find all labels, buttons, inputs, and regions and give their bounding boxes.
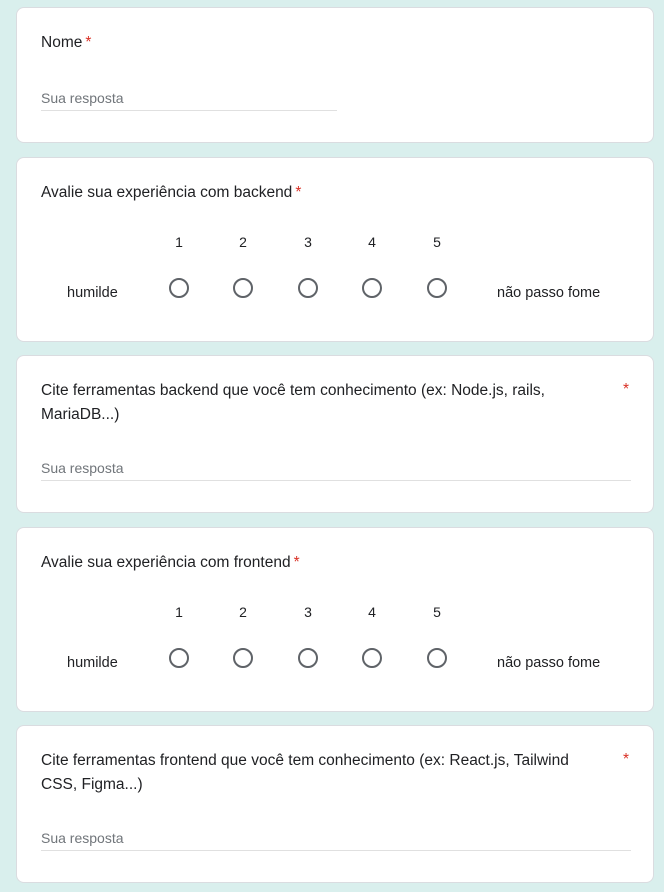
scale-high-label: não passo fome bbox=[497, 285, 601, 301]
radio-option-2[interactable] bbox=[233, 648, 253, 668]
radio-option-5[interactable] bbox=[427, 278, 447, 298]
scale-number-3: 3 bbox=[304, 234, 312, 250]
scale-number-5: 5 bbox=[433, 234, 441, 250]
scale-high-label: não passo fome bbox=[497, 655, 601, 671]
radio-option-3[interactable] bbox=[298, 278, 318, 298]
required-asterisk: * bbox=[622, 381, 629, 398]
question-title-backend-scale: Avalie sua experiência com backend * bbox=[41, 181, 301, 205]
radio-option-3[interactable] bbox=[298, 648, 318, 668]
question-title-line-2: CSS, Figma...) bbox=[41, 776, 143, 793]
question-title-line-2: MariaDB...) bbox=[41, 406, 120, 423]
scale-number-3: 3 bbox=[304, 604, 312, 620]
scale-number-1: 1 bbox=[175, 234, 183, 250]
radio-option-2[interactable] bbox=[233, 278, 253, 298]
question-title-backend-tools: Cite ferramentas backend que você tem co… bbox=[41, 379, 611, 427]
scale-number-4: 4 bbox=[368, 234, 376, 250]
nome-input[interactable] bbox=[41, 85, 337, 111]
question-title-frontend-tools: Cite ferramentas frontend que você tem c… bbox=[41, 749, 616, 797]
question-title-line-1: Cite ferramentas frontend que você tem c… bbox=[41, 752, 569, 769]
scale-low-label: humilde bbox=[67, 285, 118, 301]
question-title-line-1: Cite ferramentas backend que você tem co… bbox=[41, 382, 545, 399]
frontend-tools-input[interactable] bbox=[41, 825, 631, 851]
scale-number-4: 4 bbox=[368, 604, 376, 620]
scale-number-1: 1 bbox=[175, 604, 183, 620]
question-card-backend-scale: Avalie sua experiência com backend * 1 2 … bbox=[16, 157, 654, 342]
question-title-text: Avalie sua experiência com frontend bbox=[41, 554, 291, 571]
question-title-nome: Nome * bbox=[41, 31, 91, 55]
question-title-text: Nome bbox=[41, 34, 83, 51]
question-card-frontend-tools: Cite ferramentas frontend que você tem c… bbox=[16, 725, 654, 883]
scale-number-2: 2 bbox=[239, 234, 247, 250]
scale-number-5: 5 bbox=[433, 604, 441, 620]
question-card-nome: Nome * bbox=[16, 7, 654, 143]
question-card-frontend-scale: Avalie sua experiência com frontend * 1 2… bbox=[16, 527, 654, 712]
question-title-frontend-scale: Avalie sua experiência com frontend * bbox=[41, 551, 300, 575]
required-asterisk: * bbox=[85, 34, 92, 51]
required-asterisk: * bbox=[295, 184, 302, 201]
scale-number-2: 2 bbox=[239, 604, 247, 620]
question-card-backend-tools: Cite ferramentas backend que você tem co… bbox=[16, 355, 654, 513]
required-asterisk: * bbox=[622, 751, 629, 768]
backend-tools-input[interactable] bbox=[41, 455, 631, 481]
required-asterisk: * bbox=[293, 554, 300, 571]
radio-option-5[interactable] bbox=[427, 648, 447, 668]
scale-low-label: humilde bbox=[67, 655, 118, 671]
radio-option-1[interactable] bbox=[169, 648, 189, 668]
radio-option-4[interactable] bbox=[362, 648, 382, 668]
question-title-text: Avalie sua experiência com backend bbox=[41, 184, 293, 201]
radio-option-1[interactable] bbox=[169, 278, 189, 298]
radio-option-4[interactable] bbox=[362, 278, 382, 298]
